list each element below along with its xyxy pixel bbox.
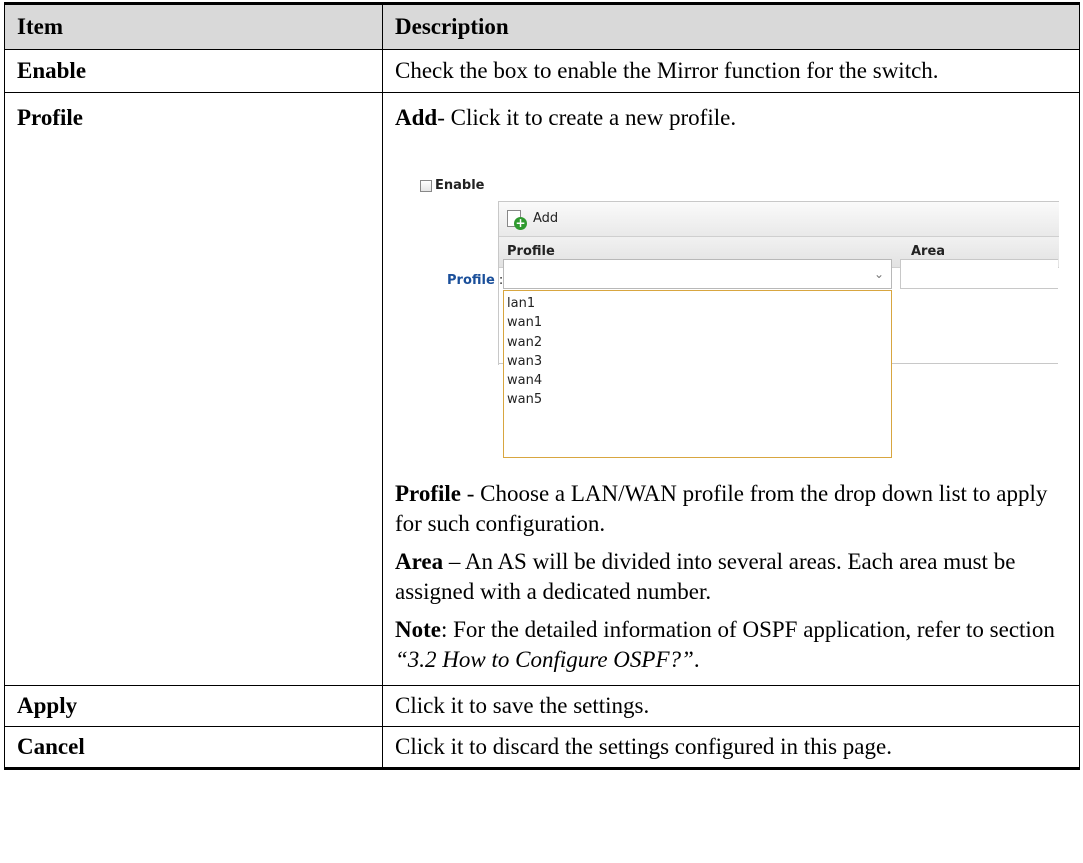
table-header-row: Item Description	[4, 2, 1080, 50]
enable-checkbox[interactable]	[420, 180, 432, 192]
dropdown-option[interactable]: wan4	[507, 371, 891, 390]
desc-cancel: Click it to discard the settings configu…	[382, 726, 1080, 770]
enable-checkbox-label: Enable	[435, 178, 485, 193]
table-row: Profile Add- Click it to create a new pr…	[4, 92, 1080, 686]
dropdown-option[interactable]: lan1	[507, 294, 891, 313]
dropdown-option[interactable]: wan1	[507, 313, 891, 332]
note-text: : For the detailed information of OSPF a…	[440, 617, 1055, 642]
chevron-down-icon[interactable]: ⌄	[867, 260, 891, 288]
description-table: Item Description Enable Check the box to…	[4, 2, 1080, 770]
desc-enable: Check the box to enable the Mirror funct…	[382, 49, 1080, 93]
add-term: Add	[395, 105, 438, 130]
profile-dropdown-list: lan1 wan1 wan2 wan3 wan4 wan5	[503, 290, 892, 458]
dropdown-option[interactable]: wan5	[507, 390, 891, 409]
enable-row: Enable	[420, 171, 485, 201]
item-cancel: Cancel	[4, 726, 383, 770]
profile-term: Profile	[395, 481, 461, 506]
profile-field-label: Profile :	[447, 266, 503, 296]
embedded-screenshot: Enable + Add Profile Area Profile: ⌄ la…	[395, 141, 1059, 471]
table-row: Apply Click it to save the settings.	[4, 685, 1080, 727]
dropdown-option[interactable]: wan2	[507, 333, 891, 352]
desc-apply: Click it to save the settings.	[382, 685, 1080, 727]
dropdown-option[interactable]: wan3	[507, 352, 891, 371]
table-row: Cancel Click it to discard the settings …	[4, 726, 1080, 770]
profile-paragraph: Profile - Choose a LAN/WAN profile from …	[395, 479, 1071, 539]
profile-field-label-text: Profile	[447, 273, 495, 288]
area-text: – An AS will be divided into several are…	[395, 549, 1016, 604]
area-term: Area	[395, 549, 444, 574]
item-apply: Apply	[4, 685, 383, 727]
note-reference: “3.2 How to Configure OSPF?”	[395, 647, 694, 672]
add-profile-icon: +	[507, 210, 527, 230]
profile-select[interactable]: ⌄	[503, 259, 892, 289]
panel-toolbar: + Add	[499, 202, 1059, 237]
desc-profile: Add- Click it to create a new profile. E…	[382, 92, 1080, 686]
profile-text: - Choose a LAN/WAN profile from the drop…	[395, 481, 1048, 536]
add-button[interactable]: Add	[533, 204, 558, 234]
add-paragraph: Add- Click it to create a new profile.	[395, 103, 1071, 133]
note-paragraph: Note: For the detailed information of OS…	[395, 615, 1071, 675]
note-term: Note	[395, 617, 441, 642]
header-description: Description	[382, 2, 1080, 50]
header-item: Item	[4, 2, 383, 50]
item-enable: Enable	[4, 49, 383, 93]
item-profile: Profile	[4, 92, 383, 686]
table-row: Enable Check the box to enable the Mirro…	[4, 49, 1080, 93]
add-text: - Click it to create a new profile.	[437, 105, 737, 130]
note-end: .	[693, 647, 700, 672]
area-paragraph: Area – An AS will be divided into severa…	[395, 547, 1071, 607]
area-input[interactable]	[900, 259, 1058, 289]
